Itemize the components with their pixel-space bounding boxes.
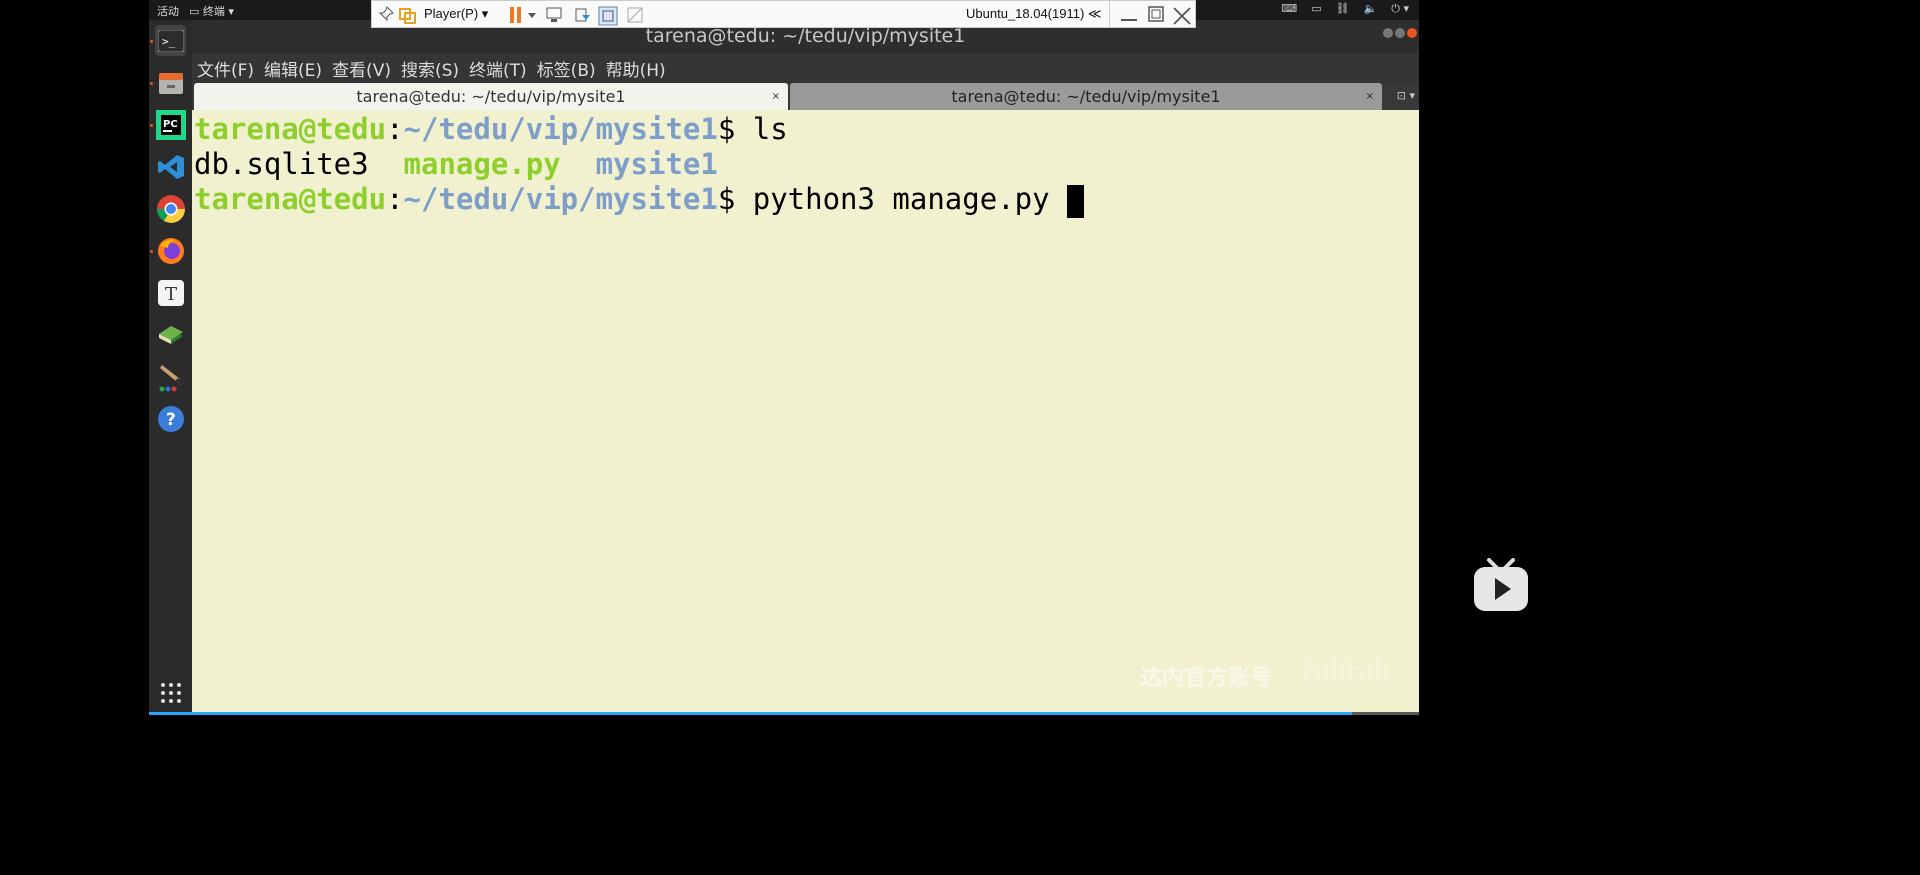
command-input[interactable]: python3 manage.py [753, 182, 1067, 216]
fullscreen-icon[interactable] [598, 6, 618, 29]
prompt-path: ~/tedu/vip/mysite1 [403, 182, 718, 216]
books-icon[interactable] [155, 319, 186, 350]
system-tray[interactable]: ⌨ ▭ ⛓ 🔈 ⏻ ▾ [1281, 2, 1409, 16]
prompt-user-host: tarena@tedu [194, 112, 387, 146]
window-title: tarena@tedu: ~/tedu/vip/mysite1 [645, 25, 966, 47]
display-icon[interactable]: ▭ [1311, 2, 1321, 16]
running-indicator [150, 82, 153, 85]
pause-button[interactable] [509, 6, 539, 27]
tab-label: tarena@tedu: ~/tedu/vip/mysite1 [951, 87, 1221, 106]
ls-entry-executable: manage.py [403, 147, 561, 181]
menu-bar: 文件(F) 编辑(E) 查看(V) 搜索(S) 终端(T) 标签(B) 帮助(H… [192, 53, 1419, 83]
menu-help[interactable]: 帮助(H) [606, 56, 666, 81]
tab-close-icon[interactable]: × [1366, 91, 1374, 102]
ls-entry-directory: mysite1 [595, 147, 718, 181]
pycharm-label: PC [163, 119, 178, 130]
vmware-toolbar: Player(P) ▾ Ubuntu_18.04(1911) ≪ [371, 0, 1196, 28]
running-indicator [150, 124, 153, 127]
prompt-path: ~/tedu/vip/mysite1 [403, 112, 718, 146]
menu-terminal[interactable]: 终端(T) [469, 56, 527, 81]
menu-search[interactable]: 搜索(S) [401, 56, 459, 81]
vmware-logo-icon [399, 6, 417, 27]
command-text: ls [752, 112, 788, 146]
play-icon[interactable] [1473, 558, 1529, 612]
terminal-line: tarena@tedu:~/tedu/vip/mysite1$ ls [194, 112, 1419, 147]
removable-devices-icon[interactable] [573, 6, 593, 27]
tab-1[interactable]: tarena@tedu: ~/tedu/vip/mysite1 × [194, 83, 788, 110]
player-menu-label: Player(P) [424, 6, 479, 21]
video-progress-bar[interactable] [149, 712, 1419, 715]
minimize-window-icon[interactable] [1119, 6, 1139, 27]
video-progress-fill [149, 712, 1352, 715]
app-menu-terminal[interactable]: ▭ 终端 ▾ [189, 3, 234, 19]
prompt-separator: : [386, 112, 404, 146]
tab-menu-icon[interactable]: ⊡ ▾ [1397, 89, 1415, 102]
app-menu-label: 终端 [202, 5, 225, 18]
maximize-button[interactable] [1395, 28, 1405, 38]
pin-icon[interactable] [378, 6, 394, 25]
restore-window-icon[interactable] [1146, 6, 1166, 27]
tab-label: tarena@tedu: ~/tedu/vip/mysite1 [356, 87, 626, 106]
chrome-icon[interactable] [155, 193, 186, 224]
typora-icon[interactable]: T [155, 277, 186, 308]
power-icon[interactable]: ⏻ ▾ [1391, 2, 1409, 16]
volume-icon[interactable]: 🔈 [1364, 2, 1378, 16]
activities-button[interactable]: 活动 [157, 3, 179, 19]
close-window-icon[interactable] [1172, 6, 1192, 29]
terminal-line: tarena@tedu:~/tedu/vip/mysite1$ python3 … [194, 182, 1419, 218]
vm-name-label: Ubuntu_18.04(1911) [966, 6, 1085, 21]
toolbar-divider [1109, 1, 1110, 27]
prompt-separator: : [386, 182, 404, 216]
menu-tabs[interactable]: 标签(B) [537, 56, 596, 81]
menu-edit[interactable]: 编辑(E) [264, 56, 322, 81]
tab-close-icon[interactable]: × [772, 91, 780, 102]
prompt-symbol: $ [717, 112, 753, 146]
running-indicator [150, 40, 153, 43]
tab-2[interactable]: tarena@tedu: ~/tedu/vip/mysite1 × [790, 83, 1382, 110]
firefox-icon[interactable] [155, 235, 186, 266]
text-cursor [1067, 184, 1085, 218]
collapse-toolbar-icon[interactable]: ≪ [1088, 6, 1102, 21]
menu-view[interactable]: 查看(V) [332, 56, 391, 81]
terminal-output[interactable]: tarena@tedu:~/tedu/vip/mysite1$ ls db.sql… [192, 110, 1419, 712]
running-indicator [150, 250, 153, 253]
prompt-symbol: $ [717, 182, 753, 216]
ls-entry-file: db.sqlite3 [194, 147, 369, 181]
dock: >_ PC T ? [149, 20, 192, 712]
files-icon[interactable] [155, 67, 186, 98]
unity-mode-icon[interactable] [626, 6, 646, 27]
typora-label: T [165, 284, 177, 305]
close-button[interactable] [1407, 28, 1417, 38]
send-ctrl-alt-del-icon[interactable] [545, 6, 565, 27]
help-label: ? [166, 410, 176, 430]
watermark-text: 达内官方账号 [1140, 666, 1273, 691]
watermark-logo [1300, 650, 1400, 699]
menu-file[interactable]: 文件(F) [197, 56, 254, 81]
terminal-line: db.sqlite3 manage.py mysite1 [194, 147, 1419, 182]
terminal-icon[interactable]: >_ [155, 25, 186, 56]
player-menu[interactable]: Player(P) ▾ [424, 6, 488, 22]
vscode-icon[interactable] [155, 151, 186, 182]
pycharm-icon[interactable]: PC [155, 109, 186, 140]
help-icon[interactable]: ? [155, 403, 186, 434]
network-icon[interactable]: ⛓ [1336, 2, 1350, 16]
minimize-button[interactable] [1383, 28, 1393, 38]
tab-bar: tarena@tedu: ~/tedu/vip/mysite1 × tarena… [192, 83, 1419, 110]
prompt-user-host: tarena@tedu [194, 182, 387, 216]
paint-icon[interactable] [155, 361, 186, 392]
vm-name: Ubuntu_18.04(1911) ≪ [966, 6, 1102, 22]
show-apps-icon[interactable] [155, 677, 186, 708]
svg-text:>_: >_ [162, 35, 176, 48]
keyboard-icon[interactable]: ⌨ [1281, 2, 1297, 16]
